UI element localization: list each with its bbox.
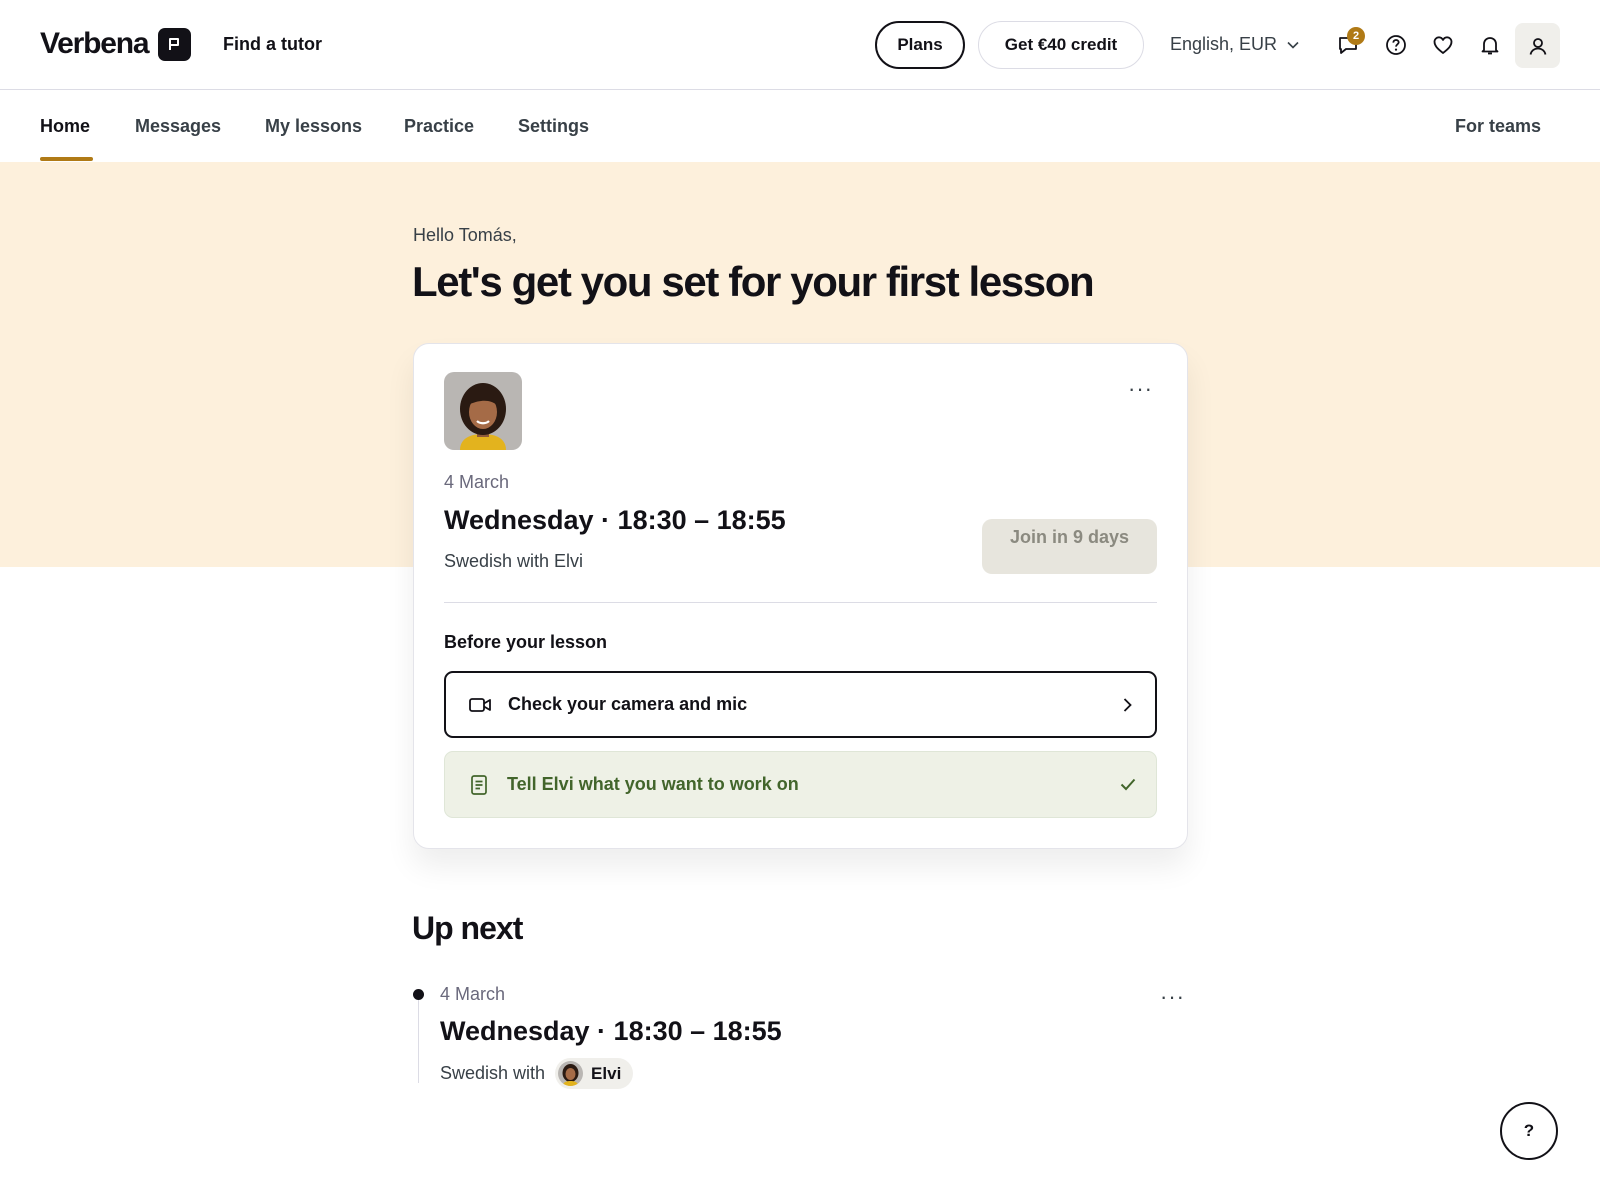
upcoming-lesson-more-options-button[interactable]: ··· xyxy=(1160,984,1185,1010)
lesson-more-options-button[interactable]: ··· xyxy=(1128,376,1153,402)
lesson-time: Wednesday · 18:30 – 18:55 xyxy=(444,505,786,535)
task-label: Check your camera and mic xyxy=(508,694,748,714)
chevron-down-icon xyxy=(1287,41,1299,49)
notifications-icon[interactable] xyxy=(1475,30,1505,60)
tutor-avatar xyxy=(558,1061,584,1086)
profile-icon xyxy=(1529,37,1546,55)
upcoming-lesson-date: 4 March xyxy=(440,984,506,1004)
nav-practice[interactable]: Practice xyxy=(404,116,474,137)
nav-for-teams[interactable]: For teams xyxy=(1455,116,1541,137)
lesson-subject: Swedish with Elvi xyxy=(444,551,584,571)
nav-home[interactable]: Home xyxy=(40,116,90,137)
language-currency-label: English, EUR xyxy=(1170,34,1278,54)
subject-prefix: Swedish with xyxy=(440,1063,546,1083)
logo[interactable]: Verbena xyxy=(40,27,192,61)
main-nav: Home Messages My lessons Practice Settin… xyxy=(0,91,1600,161)
upcoming-lesson-time[interactable]: Wednesday · 18:30 – 18:55 xyxy=(440,1016,782,1047)
logo-mark-icon xyxy=(158,27,192,61)
active-tab-indicator xyxy=(40,157,93,161)
favorites-icon[interactable] xyxy=(1428,30,1458,60)
tutor-chip[interactable]: Elvi xyxy=(555,1058,634,1089)
nav-my-lessons[interactable]: My lessons xyxy=(265,116,362,137)
before-lesson-heading: Before your lesson xyxy=(444,632,608,652)
find-tutor-link[interactable]: Find a tutor xyxy=(223,34,322,55)
tell-tutor-goals-task[interactable]: Tell Elvi what you want to work on xyxy=(444,751,1157,818)
upcoming-lesson-subject: Swedish with Elvi xyxy=(440,1058,634,1089)
lesson-date: 4 March xyxy=(444,472,510,492)
help-chat-button[interactable]: ? xyxy=(1500,1102,1558,1160)
video-camera-icon xyxy=(469,697,491,712)
join-lesson-button[interactable]: Join in 9 days xyxy=(982,519,1157,574)
checkmark-icon xyxy=(1118,774,1138,799)
tutor-photo[interactable] xyxy=(444,372,522,450)
language-currency-selector[interactable]: English, EUR xyxy=(1170,34,1299,55)
timeline-line xyxy=(418,1000,419,1083)
messages-badge: 2 xyxy=(1347,27,1365,45)
chevron-right-icon xyxy=(1117,695,1137,720)
timeline-dot xyxy=(413,989,424,1000)
plans-button[interactable]: Plans xyxy=(875,21,965,69)
task-label: Tell Elvi what you want to work on xyxy=(507,774,799,794)
nav-messages[interactable]: Messages xyxy=(135,116,221,137)
lesson-card: ··· 4 March Wednesday · 18:30 – 18:55 Sw… xyxy=(413,343,1188,849)
greeting: Hello Tomás, xyxy=(413,225,517,245)
get-credit-button[interactable]: Get €40 credit xyxy=(978,21,1144,69)
nav-settings[interactable]: Settings xyxy=(518,116,589,137)
profile-button[interactable] xyxy=(1515,23,1560,68)
tutor-name: Elvi xyxy=(591,1063,622,1083)
document-icon xyxy=(471,774,487,795)
divider xyxy=(444,602,1157,603)
up-next-heading: Up next xyxy=(412,910,523,946)
page-title: Let's get you set for your first lesson xyxy=(412,258,1095,305)
top-header: Verbena Find a tutor Plans Get €40 credi… xyxy=(0,0,1600,90)
help-icon[interactable] xyxy=(1381,30,1411,60)
logo-text: Verbena xyxy=(40,27,150,60)
check-camera-mic-task[interactable]: Check your camera and mic xyxy=(444,671,1157,738)
